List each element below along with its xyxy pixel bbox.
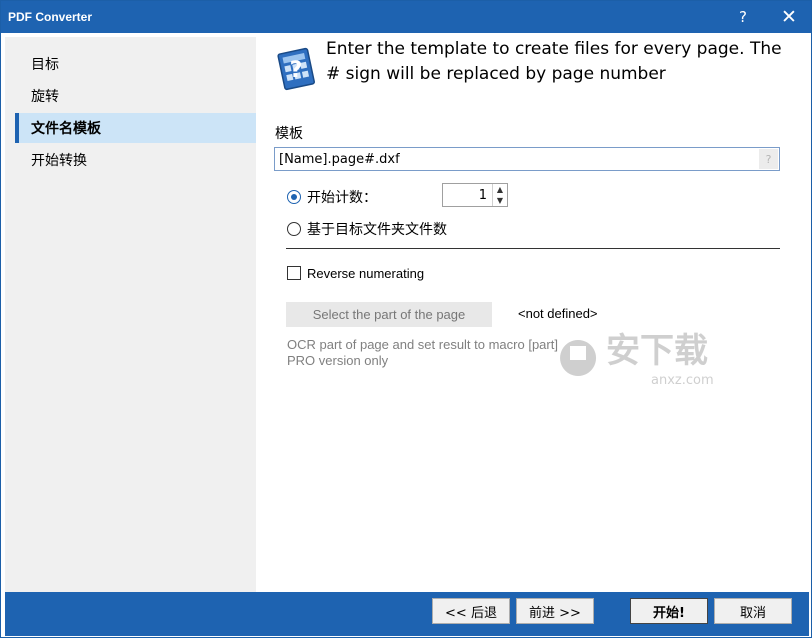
folder-count-label: 基于目标文件夹文件数 (307, 222, 447, 238)
close-button[interactable]: ✕ (767, 1, 811, 33)
divider (286, 248, 780, 249)
start-count-value: 1 (478, 188, 487, 203)
reverse-numerating-checkbox[interactable] (287, 266, 301, 280)
start-count-stepper[interactable]: 1 ▲ ▼ (442, 183, 508, 207)
sidebar-item-rotate[interactable]: 旋转 (15, 81, 256, 111)
chevron-down-icon[interactable]: ▼ (497, 196, 503, 205)
watermark-subtext: anxz.com (651, 373, 714, 388)
template-input[interactable] (274, 147, 780, 171)
template-help-button[interactable]: ? (759, 149, 778, 169)
window-title: PDF Converter (8, 10, 93, 24)
footer-bar: << 后退 前进 >> 开始! 取消 (5, 592, 809, 636)
cancel-button[interactable]: 取消 (714, 598, 792, 624)
sidebar-item-filename-template[interactable]: 文件名模板 (15, 113, 256, 143)
ocr-note: OCR part of page and set result to macro… (287, 337, 558, 369)
ocr-note-line1: OCR part of page and set result to macro… (287, 337, 558, 352)
start-count-label: 开始计数： (307, 190, 377, 206)
pdf-converter-window: PDF Converter ? ✕ 目标 旋转 文件名模板 开始转换 ? Ent… (0, 0, 812, 638)
folder-count-radio[interactable] (287, 222, 301, 236)
back-button[interactable]: << 后退 (432, 598, 510, 624)
sidebar: 目标 旋转 文件名模板 开始转换 (5, 37, 256, 592)
document-template-icon: ? (277, 47, 316, 91)
main-panel: ? Enter the template to create files for… (256, 37, 808, 592)
select-part-button[interactable]: Select the part of the page (286, 302, 492, 327)
start-button[interactable]: 开始! (630, 598, 708, 624)
chevron-up-icon[interactable]: ▲ (497, 185, 503, 194)
title-bar: PDF Converter ? ✕ (1, 1, 811, 33)
header-instruction: Enter the template to create files for e… (326, 39, 782, 84)
watermark-text: 安下载 (606, 331, 708, 371)
help-button[interactable]: ? (721, 1, 765, 33)
watermark-logo: 安下载 anxz.com (560, 331, 714, 388)
template-label: 模板 (275, 126, 303, 142)
sidebar-item-target[interactable]: 目标 (15, 49, 256, 79)
svg-text:?: ? (290, 58, 303, 83)
stepper-arrows[interactable]: ▲ ▼ (492, 184, 507, 206)
sidebar-item-start-conversion[interactable]: 开始转换 (15, 145, 256, 175)
ocr-note-line2: PRO version only (287, 353, 389, 368)
start-count-radio[interactable] (287, 190, 301, 204)
next-button[interactable]: 前进 >> (516, 598, 594, 624)
reverse-numerating-label: Reverse numerating (307, 266, 425, 281)
part-value: <not defined> (518, 306, 598, 321)
